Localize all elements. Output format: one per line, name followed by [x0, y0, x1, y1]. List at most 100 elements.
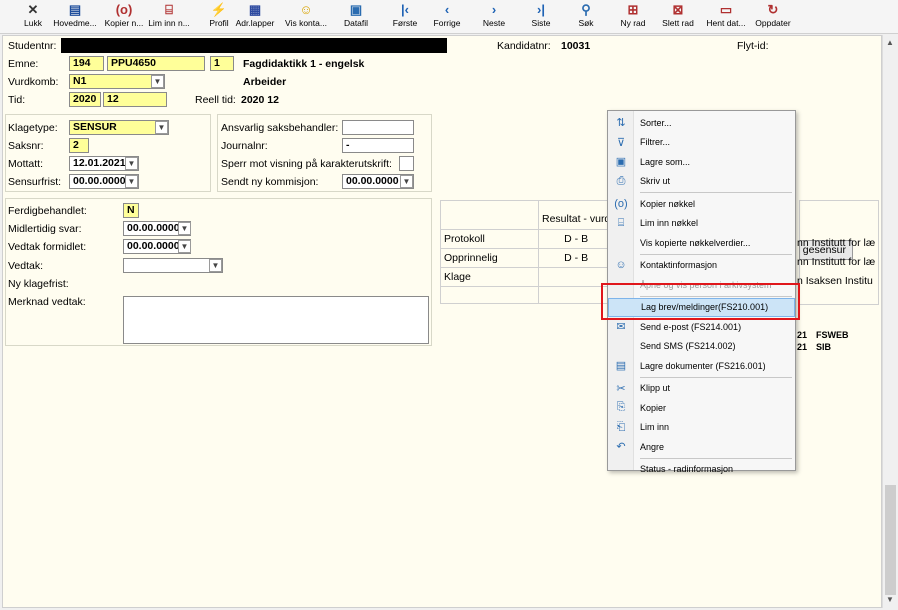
tid-term-field[interactable]: 12 [103, 92, 167, 107]
toolbar-label: Hent dat... [706, 18, 746, 28]
sok-button[interactable]: ⚲ Søk [563, 2, 609, 32]
sperr-checkbox[interactable] [399, 156, 414, 171]
journalnr-field[interactable]: - [342, 138, 414, 153]
menu-item[interactable]: Vis kopierte nøkkelverdier... [608, 233, 795, 252]
log-src-1: FSWEB [816, 330, 849, 340]
chevron-down-icon[interactable]: ▼ [155, 121, 168, 134]
nyrad-button[interactable]: ⊞ Ny rad [610, 2, 656, 32]
hentdat-button[interactable]: ▭ Hent dat... [703, 2, 749, 32]
kandidatnr-label: Kandidatnr: [497, 40, 551, 52]
lim-button[interactable]: ⌸ Lim inn n... [146, 2, 192, 32]
paste-key-icon: ⌸ [617, 216, 625, 229]
siste-button[interactable]: ›| Siste [518, 2, 564, 32]
ferdig-field[interactable]: N [123, 203, 139, 218]
fetch-icon: ▭ [719, 2, 733, 17]
emne-version-field[interactable]: 1 [210, 56, 234, 71]
saksnr-field[interactable]: 2 [69, 138, 89, 153]
adrlapper-button[interactable]: ▦ Adr.lapper [232, 2, 278, 32]
slettrad-button[interactable]: ⊠ Slett rad [655, 2, 701, 32]
table-row[interactable]: Opprinnelig D - B [440, 248, 615, 268]
vurdkomb-name: Arbeider [243, 76, 287, 88]
lightning-icon: ⚡ [210, 2, 228, 17]
klagetype-select[interactable]: SENSUR [69, 120, 169, 135]
forste-button[interactable]: |‹ Første [382, 2, 428, 32]
menu-item[interactable]: ⊽ Filtrer... [608, 133, 795, 152]
copy-key-icon: (o) [614, 197, 628, 210]
toolbar-label: Første [392, 18, 418, 28]
menu-item-label: Skriv ut [640, 176, 671, 186]
chevron-down-icon[interactable]: ▼ [125, 157, 138, 170]
datafil-button[interactable]: ▣ Datafil [333, 2, 379, 32]
emne-code-field[interactable]: 194 [69, 56, 104, 71]
ansvarlig-label: Ansvarlig saksbehandler: [221, 122, 339, 134]
menu-item[interactable]: ✂ Klipp ut [608, 379, 795, 398]
toolbar-label: Adr.lapper [235, 18, 275, 28]
menu-item-label: Kontaktinformasjon [640, 260, 718, 270]
vedtak-select[interactable] [123, 258, 223, 273]
institute-3: n Isaksen Institu [797, 275, 873, 287]
menu-item[interactable]: Status - radinformasjon [608, 460, 795, 479]
menu-item[interactable]: ↶ Angre [608, 437, 795, 456]
vedtak-label: Vedtak: [8, 260, 44, 272]
chevron-down-icon[interactable]: ▼ [209, 259, 222, 272]
menu-item[interactable]: ⎗ Lim inn [608, 418, 795, 437]
saksnr-label: Saksnr: [8, 140, 44, 152]
chevron-down-icon[interactable]: ▼ [886, 595, 894, 604]
menu-item[interactable]: ▣ Lagre som... [608, 152, 795, 171]
copy-key-icon: (o) [115, 2, 133, 17]
chevron-down-icon[interactable]: ▼ [151, 75, 164, 88]
toolbar-label: Hovedme... [53, 18, 97, 28]
chevron-down-icon[interactable]: ▼ [178, 222, 191, 235]
menu-item[interactable]: ⇅ Sorter... [608, 113, 795, 132]
menu-item-label: Send e-post (FS214.001) [640, 321, 742, 332]
toolbar-label: Slett rad [662, 18, 694, 28]
menu-separator [640, 192, 792, 193]
table-row[interactable]: Klage [440, 267, 615, 287]
vedtakform-label: Vedtak formidlet: [8, 241, 87, 253]
delete-row-icon: ⊠ [672, 2, 684, 17]
ansvarlig-field[interactable] [342, 120, 414, 135]
menu-item[interactable]: ⎘ Kopier [608, 398, 795, 417]
kopier-button[interactable]: (o) Kopier n... [101, 2, 147, 32]
menu-item-label: Filtrer... [640, 137, 671, 147]
toolbar-label: Lukk [24, 18, 42, 28]
neste-button[interactable]: › Neste [471, 2, 517, 32]
chevron-down-icon[interactable]: ▼ [400, 175, 413, 188]
studentnr-label: Studentnr: [8, 40, 57, 52]
lukk-button[interactable]: ✕ Lukk [10, 2, 56, 32]
highlight-box [601, 283, 800, 320]
toolbar-label: Vis konta... [285, 18, 327, 28]
emne-course-field[interactable]: PPU4650 [107, 56, 205, 71]
menu-separator [640, 376, 792, 378]
menu-item[interactable]: Send SMS (FS214.002) [608, 337, 795, 356]
table-row[interactable]: Protokoll D - B [440, 229, 615, 249]
scrollbar-thumb[interactable] [885, 485, 896, 595]
oppdater-button[interactable]: ↻ Oppdater [750, 2, 796, 32]
row-grade: D - B [537, 248, 615, 268]
chevron-down-icon[interactable]: ▼ [125, 175, 138, 188]
hovedmeny-button[interactable]: ▤ Hovedme... [52, 2, 98, 32]
results-header: Resultat - vurd [537, 200, 615, 230]
close-icon: ✕ [27, 2, 39, 17]
menu-item[interactable]: ⎙ Skriv ut [608, 172, 795, 191]
menu-item[interactable]: ▤ Lagre dokumenter (FS216.001) [608, 356, 795, 375]
chevron-up-icon[interactable]: ▲ [886, 38, 894, 47]
forrige-button[interactable]: ‹ Forrige [424, 2, 470, 32]
viskonta-button[interactable]: ☺ Vis konta... [283, 2, 329, 32]
studentnr-field[interactable] [61, 38, 447, 53]
contact-icon: ☺ [615, 259, 627, 271]
chevron-down-icon[interactable]: ▼ [178, 240, 191, 253]
paste-key-icon: ⌸ [165, 2, 173, 17]
undo-icon: ↶ [616, 441, 626, 453]
tid-year-field[interactable]: 2020 [69, 92, 101, 107]
merknad-textarea[interactable] [123, 296, 429, 344]
refresh-icon: ↻ [767, 2, 779, 17]
vertical-scrollbar[interactable]: ▲ ▼ [882, 35, 897, 608]
menu-item[interactable]: ☺ Kontaktinformasjon [608, 256, 795, 275]
menu-item[interactable]: ⌸ Lim inn nøkkel [608, 214, 795, 233]
person-icon: ☺ [299, 2, 313, 17]
mail-icon: ✉ [616, 321, 626, 333]
print-icon: ⎙ [616, 174, 626, 187]
menu-item-label: Angre [640, 441, 665, 452]
menu-item[interactable]: (o) Kopier nøkkel [608, 194, 795, 213]
